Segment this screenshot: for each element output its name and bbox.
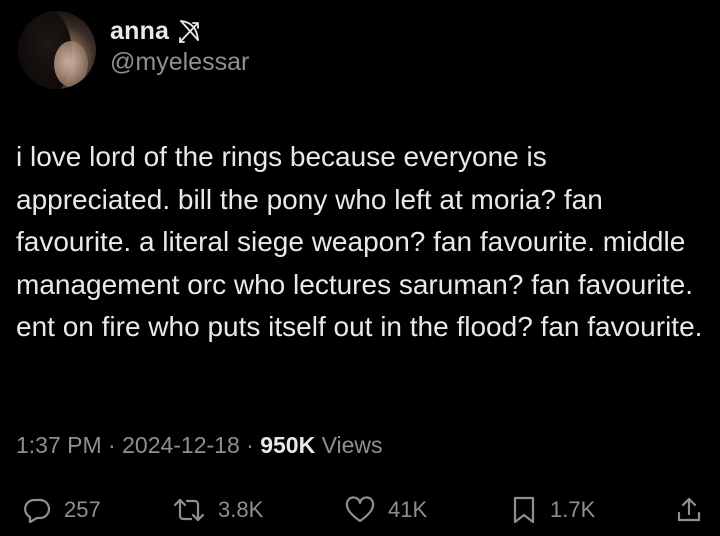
reply-count: 257 — [64, 497, 101, 522]
avatar[interactable] — [18, 11, 96, 89]
author-name-row[interactable]: anna — [110, 14, 201, 48]
author-handle[interactable]: @myelessar — [110, 48, 249, 77]
heart-icon — [344, 495, 376, 525]
avatar-face — [54, 41, 88, 87]
reply-icon — [22, 495, 52, 525]
like-button[interactable]: 41K — [344, 490, 427, 530]
action-bar: 257 3.8K 41K 1.7K — [0, 490, 720, 530]
views-count: 950K — [260, 432, 316, 458]
bookmark-count: 1.7K — [550, 497, 596, 522]
tweet-text: i love lord of the rings because everyon… — [16, 141, 703, 342]
bookmark-button[interactable]: 1.7K — [510, 490, 595, 530]
share-icon — [674, 495, 704, 525]
reply-button[interactable]: 257 — [22, 490, 101, 530]
tweet-time[interactable]: 1:37 PM — [16, 432, 102, 458]
like-count: 41K — [388, 497, 428, 522]
repost-button[interactable]: 3.8K — [172, 490, 263, 530]
tweet-date[interactable]: 2024-12-18 — [122, 432, 240, 458]
bow-and-arrow-icon — [177, 18, 201, 44]
repost-count: 3.8K — [218, 497, 264, 522]
bookmark-icon — [510, 495, 538, 525]
meta-separator: · — [108, 432, 116, 458]
repost-icon — [172, 495, 206, 525]
meta-separator: · — [246, 432, 254, 458]
share-button[interactable] — [674, 490, 704, 530]
views-label: Views — [321, 432, 383, 458]
author-display-name[interactable]: anna — [110, 17, 169, 46]
tweet: anna @myelessar i love lord of the rings… — [0, 0, 720, 536]
tweet-meta: 1:37 PM · 2024-12-18 · 950K Views — [16, 432, 383, 459]
